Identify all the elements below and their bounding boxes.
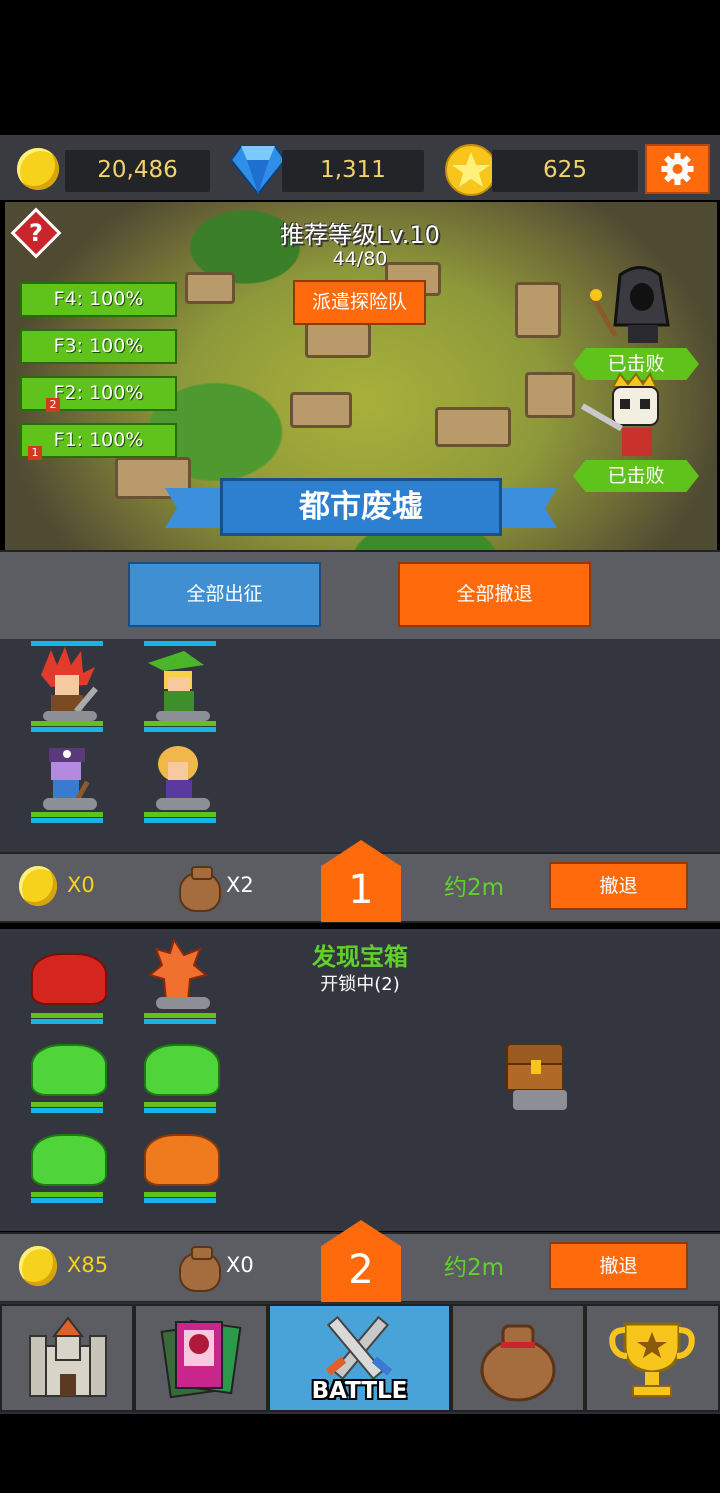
enemy-red-slime[interactable]	[31, 935, 107, 1025]
diamond-icon	[231, 145, 285, 194]
event-status: 开锁中(2)	[320, 974, 400, 995]
cards-icon	[160, 1319, 242, 1399]
castle-icon	[29, 1316, 107, 1397]
floor-f4[interactable]: F4: 100%	[20, 282, 177, 317]
deploy-all-button[interactable]: 全部出征	[128, 562, 321, 627]
hero-pirate[interactable]	[31, 740, 103, 830]
bag-icon	[480, 1324, 556, 1402]
gold-coin-icon	[19, 1246, 57, 1286]
retreat-all-button[interactable]: 全部撤退	[398, 562, 591, 627]
treasure-chest-icon[interactable]	[503, 1040, 569, 1112]
gold-coin-icon	[19, 866, 57, 906]
gem-value: 1,311	[320, 157, 386, 183]
floor-f2[interactable]: F2: 100%	[20, 376, 177, 411]
hero-mage[interactable]	[144, 740, 216, 830]
trophy-icon	[609, 1322, 695, 1397]
party-1-retreat-button[interactable]: 撤退	[549, 862, 688, 910]
gold-value: 20,486	[97, 157, 178, 183]
hero-archer[interactable]	[144, 641, 216, 732]
party-1-bags: X2	[226, 873, 254, 897]
enemy-green-slime[interactable]	[31, 1118, 107, 1208]
gold-coin-icon	[17, 148, 59, 190]
enemy-green-slime[interactable]	[31, 1028, 107, 1118]
enemy-orange-slime[interactable]	[144, 1118, 220, 1208]
party-2-retreat-button[interactable]: 撤退	[549, 1242, 688, 1290]
star-value: 625	[543, 157, 587, 183]
battle-label: BATTLE	[311, 1378, 408, 1404]
settings-button[interactable]	[645, 144, 710, 194]
nav-tab-achievements[interactable]	[585, 1304, 720, 1412]
nav-tab-inventory[interactable]	[451, 1304, 585, 1412]
party-1-area	[0, 639, 720, 853]
party-1-gold: X0	[67, 873, 95, 897]
boss-status-defeated: 已击败	[573, 460, 699, 492]
dispatch-team-button[interactable]: 派遣探险队	[293, 280, 426, 325]
nav-tab-cards[interactable]	[134, 1304, 268, 1412]
skeleton-king-boss-icon[interactable]	[578, 372, 678, 462]
explore-progress: 44/80	[332, 248, 388, 270]
gear-icon	[661, 153, 694, 185]
star-coin-icon	[445, 144, 497, 196]
hero-warrior[interactable]	[31, 641, 103, 732]
floor-f1-badge: 1	[28, 446, 42, 460]
nav-tab-battle[interactable]: BATTLE	[268, 1304, 451, 1412]
party-2-bags: X0	[226, 1253, 254, 1277]
reaper-boss-icon[interactable]	[590, 265, 680, 350]
enemy-fire-dragon[interactable]	[144, 935, 216, 1025]
enemy-green-slime[interactable]	[144, 1028, 220, 1118]
loot-bag-icon	[179, 1246, 221, 1292]
loot-bag-icon	[179, 866, 221, 912]
party-2-gold: X85	[67, 1253, 109, 1277]
floor-f3[interactable]: F3: 100%	[20, 329, 177, 364]
question-icon: ?	[29, 219, 43, 247]
floor-f2-badge: 2	[46, 398, 60, 412]
nav-tab-castle[interactable]	[0, 1304, 134, 1412]
party-2-eta: 约2m	[444, 1255, 505, 1281]
recommended-level: 推荐等级Lv.10	[280, 221, 440, 249]
floor-f1[interactable]: F1: 100%	[20, 423, 177, 458]
party-1-eta: 约2m	[444, 875, 505, 901]
event-title: 发现宝箱	[312, 943, 408, 971]
action-bar	[0, 550, 720, 641]
dungeon-name-banner: 都市废墟	[220, 478, 502, 536]
